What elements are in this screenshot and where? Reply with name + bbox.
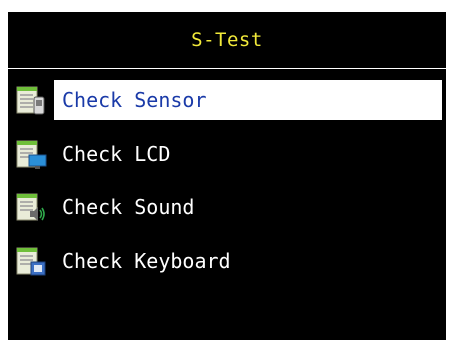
menu-item-label: Check Sound: [62, 195, 195, 219]
menu-item-label: Check Sensor: [54, 80, 442, 120]
title-bar: S-Test: [8, 12, 446, 68]
lcd-icon: [14, 137, 48, 171]
menu-item-check-sensor[interactable]: Check Sensor: [8, 80, 446, 120]
sensor-icon: [14, 83, 48, 117]
menu-item-check-lcd[interactable]: Check LCD: [8, 134, 446, 174]
menu-item-label: Check Keyboard: [62, 249, 231, 273]
title-divider: [8, 68, 446, 69]
keyboard-icon: [14, 244, 48, 278]
menu-item-label: Check LCD: [62, 142, 171, 166]
sound-icon: [14, 190, 48, 224]
menu-item-check-keyboard[interactable]: Check Keyboard: [8, 241, 446, 281]
page-title: S-Test: [191, 29, 263, 51]
device-screen: S-Test Check Sensor Check LCD Check Soun…: [8, 12, 446, 340]
menu-item-check-sound[interactable]: Check Sound: [8, 187, 446, 227]
